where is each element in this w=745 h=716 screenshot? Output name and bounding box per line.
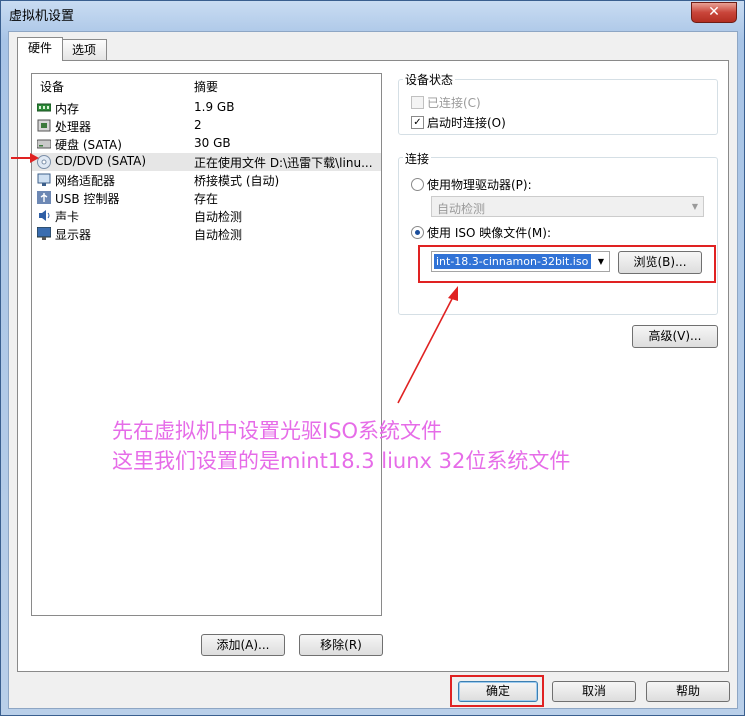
connect-on-start-label: 启动时连接(O) bbox=[427, 116, 506, 130]
column-header-device[interactable]: 设备 bbox=[40, 78, 64, 95]
memory-icon bbox=[36, 101, 52, 114]
close-button[interactable]: ✕ bbox=[691, 2, 737, 23]
annotation-line-2: 这里我们设置的是mint18.3 liunx 32位系统文件 bbox=[112, 449, 571, 473]
advanced-button[interactable]: 高级(V)... bbox=[632, 325, 718, 348]
device-list[interactable]: 设备 摘要 内存 1.9 GB 处理器 2 硬盘 (SATA) 30 GB CD… bbox=[31, 73, 382, 616]
physical-drive-radio[interactable] bbox=[411, 178, 424, 191]
hardware-panel: 设备 摘要 内存 1.9 GB 处理器 2 硬盘 (SATA) 30 GB CD… bbox=[17, 60, 729, 672]
device-row-memory[interactable]: 内存 1.9 GB bbox=[32, 99, 381, 117]
device-name: 处理器 bbox=[55, 120, 92, 134]
device-name: CD/DVD (SATA) bbox=[55, 154, 147, 168]
connected-label: 已连接(C) bbox=[427, 96, 481, 110]
add-button[interactable]: 添加(A)... bbox=[201, 634, 285, 656]
browse-button[interactable]: 浏览(B)... bbox=[618, 251, 702, 274]
column-header-summary[interactable]: 摘要 bbox=[194, 78, 218, 95]
row-pointer-arrow-icon bbox=[11, 153, 39, 163]
iso-path-combobox[interactable]: int-18.3-cinnamon-32bit.iso ▼ bbox=[431, 251, 610, 272]
vm-settings-window: 虚拟机设置 ✕ 硬件 选项 设备 摘要 内存 1.9 GB 处理器 2 硬盘 (… bbox=[0, 0, 745, 716]
device-row-usb-controller[interactable]: USB 控制器 存在 bbox=[32, 189, 381, 207]
dialog-body: 硬件 选项 设备 摘要 内存 1.9 GB 处理器 2 硬盘 (SATA) 30… bbox=[8, 31, 738, 709]
iso-path-value[interactable]: int-18.3-cinnamon-32bit.iso bbox=[434, 254, 591, 269]
connection-title: 连接 bbox=[403, 150, 432, 167]
device-row-cd-dvd[interactable]: CD/DVD (SATA) 正在使用文件 D:\迅雷下载\linu... bbox=[32, 153, 381, 171]
device-summary: 自动检测 bbox=[194, 210, 243, 224]
device-summary: 30 GB bbox=[194, 136, 231, 150]
tab-options[interactable]: 选项 bbox=[61, 39, 107, 60]
iso-image-label: 使用 ISO 映像文件(M): bbox=[427, 226, 551, 240]
usb-icon bbox=[37, 191, 51, 204]
device-name: 声卡 bbox=[55, 210, 80, 224]
device-summary: 自动检测 bbox=[194, 228, 243, 242]
network-adapter-icon bbox=[37, 173, 51, 186]
ok-button[interactable]: 确定 bbox=[458, 681, 538, 702]
device-name: 硬盘 (SATA) bbox=[55, 138, 122, 152]
help-button[interactable]: 帮助 bbox=[646, 681, 730, 702]
physical-drive-select[interactable]: 自动检测 ▼ bbox=[431, 196, 704, 217]
chevron-down-icon: ▼ bbox=[691, 202, 699, 211]
device-row-hard-disk[interactable]: 硬盘 (SATA) 30 GB bbox=[32, 135, 381, 153]
iso-image-radio[interactable] bbox=[411, 226, 424, 239]
monitor-icon bbox=[36, 226, 52, 240]
physical-drive-value: 自动检测 bbox=[437, 202, 486, 216]
physical-drive-label: 使用物理驱动器(P): bbox=[427, 178, 532, 192]
sound-card-icon bbox=[37, 209, 51, 222]
device-summary: 桥接模式 (自动) bbox=[194, 174, 280, 188]
device-summary: 2 bbox=[194, 118, 202, 132]
close-icon: ✕ bbox=[708, 4, 720, 20]
device-status-title: 设备状态 bbox=[403, 71, 456, 88]
processor-icon bbox=[37, 119, 51, 132]
device-row-network-adapter[interactable]: 网络适配器 桥接模式 (自动) bbox=[32, 171, 381, 189]
annotation-line-1: 先在虚拟机中设置光驱ISO系统文件 bbox=[112, 419, 443, 443]
cancel-button[interactable]: 取消 bbox=[552, 681, 636, 702]
title-bar[interactable]: 虚拟机设置 ✕ bbox=[1, 1, 744, 27]
device-row-display[interactable]: 显示器 自动检测 bbox=[32, 225, 381, 243]
device-name: USB 控制器 bbox=[55, 192, 120, 206]
remove-button[interactable]: 移除(R) bbox=[299, 634, 383, 656]
connect-on-start-checkbox[interactable]: ✓ bbox=[411, 116, 424, 129]
device-name: 显示器 bbox=[55, 228, 92, 242]
window-title: 虚拟机设置 bbox=[9, 9, 75, 24]
device-row-processor[interactable]: 处理器 2 bbox=[32, 117, 381, 135]
device-summary: 正在使用文件 D:\迅雷下载\linu... bbox=[194, 156, 373, 170]
chevron-down-icon: ▼ bbox=[597, 257, 605, 266]
connected-checkbox[interactable] bbox=[411, 96, 424, 109]
device-name: 内存 bbox=[55, 102, 80, 116]
device-summary: 1.9 GB bbox=[194, 100, 235, 114]
device-summary: 存在 bbox=[194, 192, 219, 206]
device-row-sound-card[interactable]: 声卡 自动检测 bbox=[32, 207, 381, 225]
checkmark-icon: ✓ bbox=[413, 117, 422, 128]
device-name: 网络适配器 bbox=[55, 174, 116, 188]
device-list-header: 设备 摘要 bbox=[32, 74, 381, 94]
tab-hardware[interactable]: 硬件 bbox=[17, 37, 63, 61]
